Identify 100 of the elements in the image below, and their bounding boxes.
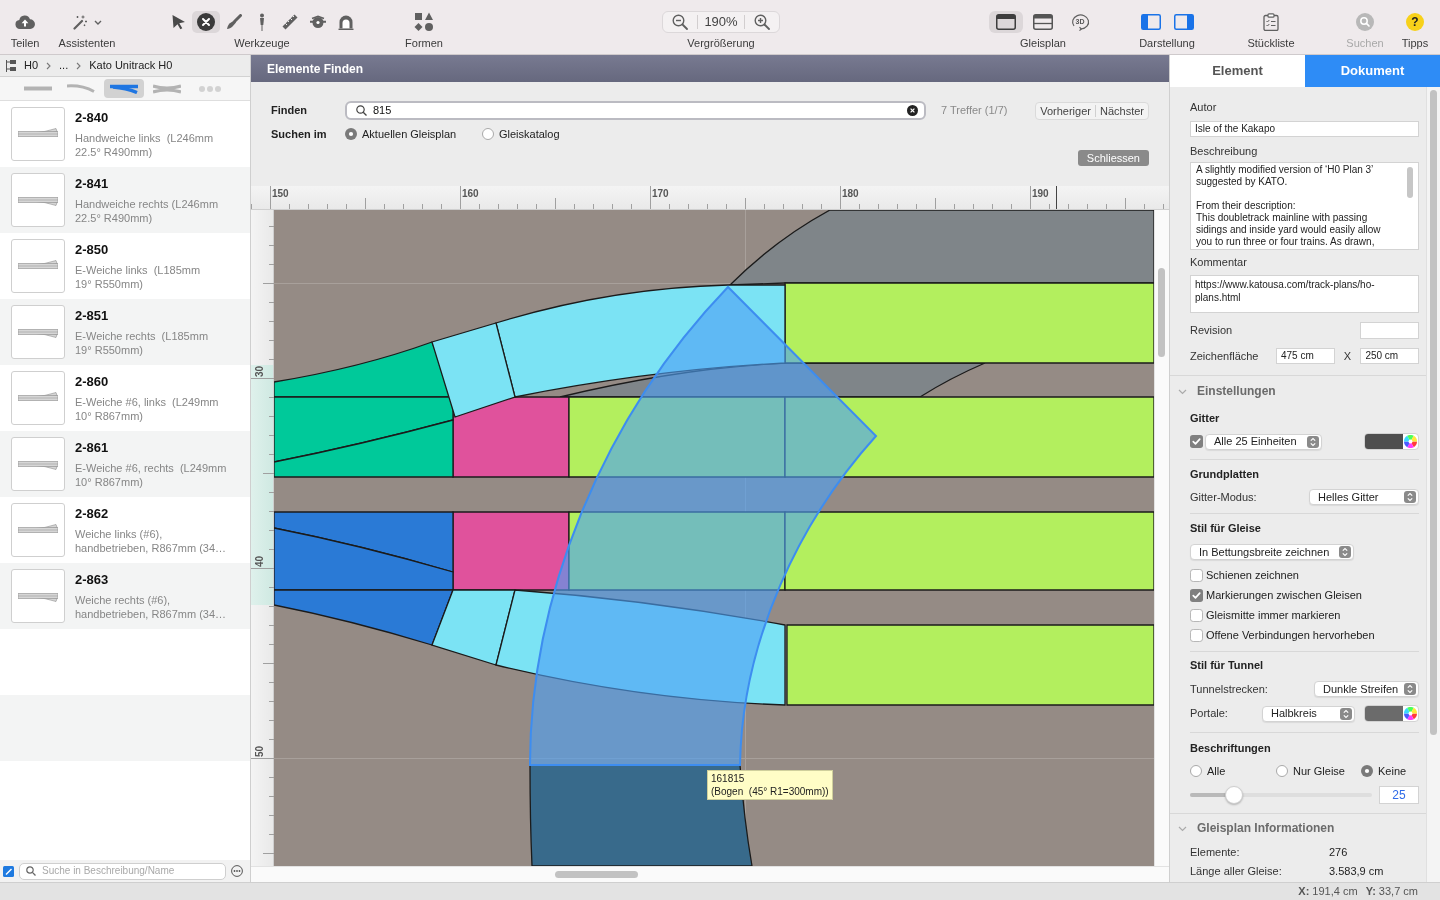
navigation-button[interactable]: Nächster <box>1095 102 1148 119</box>
tool-button[interactable] <box>192 11 220 33</box>
radio-label[interactable]: Gleiskatalog <box>499 125 560 143</box>
scrollbar-thumb[interactable] <box>555 871 638 878</box>
toolbar-group-label: Vergrößerung <box>687 36 755 50</box>
catalog-item[interactable]: 2-863 Weiche rechts (#6), handbetrieben, R867mm (34… <box>0 563 250 629</box>
radio-button[interactable] <box>1361 765 1373 777</box>
radio-label[interactable]: Aktuellen Gleisplan <box>362 125 457 143</box>
radio-label[interactable]: Keine <box>1378 764 1407 778</box>
popup-button[interactable]: In Bettungsbreite zeichnen <box>1190 544 1354 560</box>
checkbox-label[interactable]: Gleismitte immer markieren <box>1206 608 1341 622</box>
chevron-down-icon <box>94 19 102 25</box>
checkbox-label[interactable]: Markierungen zwischen Gleisen <box>1206 588 1362 602</box>
catalog-item[interactable]: 2-851 E-Weiche rechts (L185mm 19° R550mm) <box>0 299 250 365</box>
ellipsis-circle-icon <box>231 865 243 877</box>
disclosure-chevron[interactable] <box>1178 387 1187 396</box>
field-label: Finden <box>271 103 309 119</box>
section-title[interactable]: Gleisplan Informationen <box>1197 821 1335 836</box>
track-thumbnail <box>11 503 65 557</box>
clipboard-icon <box>1263 13 1279 31</box>
popup-button[interactable]: Alle 25 Einheiten <box>1205 433 1322 450</box>
item-description: Handweiche rechts (L246mm 22.5° R490mm) <box>75 197 219 225</box>
field-label: Länge aller Gleise: <box>1190 865 1283 878</box>
catalog-item[interactable]: 2-861 E-Weiche #6, rechts (L249mm 10° R867mm) <box>0 431 250 497</box>
tips-button[interactable]: ? Tipps <box>1395 11 1435 50</box>
radio-button[interactable] <box>345 128 357 140</box>
radio-button[interactable] <box>482 128 494 140</box>
left-sidebar-icon <box>1140 14 1161 30</box>
radio-button[interactable] <box>1190 765 1202 777</box>
track-thumbnail <box>11 239 65 293</box>
zoom-out-icon <box>672 14 688 30</box>
panel-tab[interactable]: Element <box>1170 55 1305 87</box>
scrollbar-thumb[interactable] <box>1407 167 1413 198</box>
item-description: E-Weiche #6, links (L249mm 10° R867mm) <box>75 395 219 423</box>
checkbox[interactable] <box>1190 588 1203 602</box>
value-field[interactable]: 25 <box>1379 786 1419 804</box>
toolbar-group-label: Darstellung <box>1139 36 1195 50</box>
checkbox-label[interactable]: Offene Verbindungen hervorheben <box>1206 628 1375 642</box>
author-field[interactable]: Isle of the Kakapo <box>1190 121 1419 137</box>
scrollbar-thumb[interactable] <box>1158 268 1165 357</box>
stepper-icon <box>1404 491 1416 503</box>
slider-thumb[interactable] <box>1224 786 1243 804</box>
item-code: 2-860 <box>75 374 110 390</box>
assistants-menu-button[interactable]: Assistenten <box>52 11 122 50</box>
catalog-item[interactable]: 2-841 Handweiche rechts (L246mm 22.5° R490mm) <box>0 167 250 233</box>
shapes-button[interactable]: Formen <box>399 11 449 50</box>
slider-track[interactable] <box>1190 786 1372 804</box>
item-code: 2-840 <box>75 110 110 126</box>
scrollbar-thumb[interactable] <box>1430 90 1437 735</box>
description-field[interactable]: A slightly modified version of ‘H0 Plan 3’ suggested by KATO. From their description: This doubletrack mainline with passing sidings and inside yard would easily allow you to run three or four trains. As drawn, <box>1190 162 1419 250</box>
width-field[interactable]: 475 cm <box>1276 348 1335 364</box>
ruler-label: 150 <box>272 188 289 200</box>
checkbox[interactable] <box>1190 435 1203 448</box>
shapes-icon <box>414 12 434 32</box>
checkbox-label[interactable]: Schienen zeichnen <box>1206 568 1299 582</box>
field-label: Autor <box>1190 101 1218 114</box>
parts-list-button[interactable]: Stückliste <box>1236 11 1306 50</box>
item-code: 2-851 <box>75 308 110 324</box>
stepper-icon <box>1340 707 1352 720</box>
view-button[interactable] <box>989 11 1023 33</box>
revision-field[interactable] <box>1360 322 1419 339</box>
group-title: Gitter <box>1190 412 1221 425</box>
popup-button[interactable]: Dunkle Streifen <box>1314 681 1419 697</box>
item-code: 2-850 <box>75 242 110 258</box>
chevron-right-icon <box>76 61 82 70</box>
stepper-icon <box>1307 435 1319 448</box>
breadcrumb-item[interactable]: ... <box>59 59 69 72</box>
item-code: 2-863 <box>75 572 110 588</box>
checkbox[interactable] <box>1190 568 1203 582</box>
status-text: X: 191,4 cm <box>1298 885 1358 898</box>
color-well[interactable] <box>1364 433 1419 450</box>
search-field[interactable]: 815 <box>345 101 926 120</box>
category-tab[interactable] <box>104 79 144 98</box>
ruler-label: 40 <box>254 554 266 567</box>
radio-label[interactable]: Alle <box>1207 764 1226 778</box>
track-thumbnail <box>11 305 65 359</box>
share-button[interactable]: Teilen <box>0 11 50 50</box>
disclosure-chevron[interactable] <box>1178 824 1187 833</box>
item-description: E-Weiche links (L185mm 19° R550mm) <box>75 263 201 291</box>
field-label: Revision <box>1190 324 1233 337</box>
color-well[interactable] <box>1364 705 1419 722</box>
section-title[interactable]: Einstellungen <box>1197 384 1276 399</box>
right-sidebar-icon <box>1173 14 1194 30</box>
track-thumbnail <box>11 173 65 227</box>
field-label: Zeichenfläche <box>1190 349 1260 363</box>
radio-button[interactable] <box>1276 765 1288 777</box>
checkbox[interactable] <box>1190 628 1203 642</box>
height-field[interactable]: 250 cm <box>1360 348 1419 364</box>
checkbox[interactable] <box>1190 608 1203 622</box>
pointer-icon <box>170 14 186 30</box>
navigation-button[interactable]: Vorheriger <box>1036 102 1095 119</box>
popup-button[interactable]: Helles Gitter <box>1309 489 1419 505</box>
comment-field[interactable]: https://www.katousa.com/track-plans/ho-plans.html <box>1190 275 1419 313</box>
breadcrumb-item[interactable]: H0 <box>24 59 39 72</box>
popup-button[interactable]: Halbkreis <box>1262 705 1355 722</box>
paintbrush-icon <box>226 14 242 30</box>
breadcrumb-item[interactable]: Kato Unitrack H0 <box>89 59 173 72</box>
ruler-label: 190 <box>1032 188 1049 200</box>
radio-label[interactable]: Nur Gleise <box>1293 764 1345 778</box>
color-wheel-icon <box>1404 707 1417 720</box>
